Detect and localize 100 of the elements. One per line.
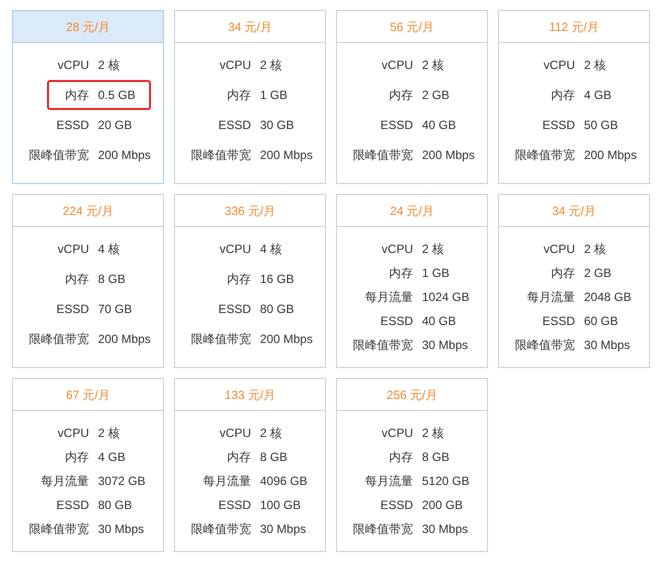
spec-value: 16 GB [260, 271, 294, 288]
spec-label: 限峰值带宽 [353, 147, 413, 164]
spec-value: 200 Mbps [260, 331, 313, 348]
plan-card[interactable]: 28 元/月 vCPU 2 核 内存 0.5 GB ESSD 20 GB 限峰值带宽 200 Mbps [12, 10, 164, 184]
spec-value: 2 核 [422, 425, 444, 442]
spec-value: 2 核 [260, 425, 282, 442]
plan-card[interactable]: 24 元/月 vCPU 2 核 内存 1 GB 每月流量 1024 GB ESSD 40 GB 限峰值带宽 30 Mbps [336, 194, 488, 368]
spec-value: 4096 GB [260, 473, 308, 490]
price-header: 24 元/月 [337, 195, 487, 227]
price-header: 133 元/月 [175, 379, 325, 411]
spec-value: 4 核 [98, 241, 120, 258]
spec-label: 每月流量 [365, 473, 413, 490]
spec-label: 内存 [65, 449, 89, 466]
spec-value: 40 GB [422, 313, 456, 330]
spec-label: 每月流量 [527, 289, 575, 306]
spec-value: 2 核 [584, 241, 606, 258]
plan-card[interactable]: 34 元/月 vCPU 2 核 内存 2 GB 每月流量 2048 GB ESSD 60 GB 限峰值带宽 30 Mbps [498, 194, 650, 368]
spec-label: 每月流量 [365, 289, 413, 306]
spec-value: 2 GB [584, 265, 612, 282]
price-header: 112 元/月 [499, 11, 649, 43]
spec-label: ESSD [218, 497, 251, 514]
spec-value: 4 GB [98, 449, 126, 466]
spec-value: 30 Mbps [260, 521, 306, 538]
spec-label: 限峰值带宽 [353, 521, 413, 538]
spec-value: 50 GB [584, 117, 618, 134]
spec-label: vCPU [544, 241, 575, 258]
spec-label: vCPU [58, 425, 89, 442]
spec-value: 2 核 [422, 57, 444, 74]
spec-value: 20 GB [98, 117, 132, 134]
spec-value: 5120 GB [422, 473, 470, 490]
spec-value: 8 GB [260, 449, 288, 466]
plan-card[interactable]: 256 元/月 vCPU 2 核 内存 8 GB 每月流量 5120 GB ESSD 200 GB 限峰值带宽 30 Mbps [336, 378, 488, 552]
spec-label: ESSD [380, 497, 413, 514]
spec-label: 限峰值带宽 [515, 337, 575, 354]
spec-label: 限峰值带宽 [353, 337, 413, 354]
spec-value: 1024 GB [422, 289, 470, 306]
spec-value: 200 Mbps [98, 147, 151, 164]
spec-value: 200 GB [422, 497, 463, 514]
spec-value: 2 核 [98, 57, 120, 74]
spec-value: 2 核 [584, 57, 606, 74]
spec-label: 限峰值带宽 [29, 147, 89, 164]
spec-label: 内存 [551, 265, 575, 282]
spec-value: 2 核 [260, 57, 282, 74]
spec-label: vCPU [220, 57, 251, 74]
spec-label: 内存 [389, 449, 413, 466]
spec-label: 限峰值带宽 [515, 147, 575, 164]
spec-value: 30 GB [260, 117, 294, 134]
spec-label: 限峰值带宽 [29, 331, 89, 348]
price-header: 224 元/月 [13, 195, 163, 227]
spec-value: 30 Mbps [422, 337, 468, 354]
plan-card[interactable]: 336 元/月 vCPU 4 核 内存 16 GB ESSD 80 GB 限峰值带宽 200 Mbps [174, 194, 326, 368]
plan-card[interactable]: 112 元/月 vCPU 2 核 内存 4 GB ESSD 50 GB 限峰值带宽 200 Mbps [498, 10, 650, 184]
spec-label: 内存 [227, 87, 251, 104]
spec-label: 内存 [389, 265, 413, 282]
spec-label: 内存 [389, 87, 413, 104]
spec-label: 每月流量 [203, 473, 251, 490]
price-header: 336 元/月 [175, 195, 325, 227]
spec-label: vCPU [58, 241, 89, 258]
spec-value: 4 GB [584, 87, 612, 104]
plan-card[interactable]: 56 元/月 vCPU 2 核 内存 2 GB ESSD 40 GB 限峰值带宽 200 Mbps [336, 10, 488, 184]
spec-value: 200 Mbps [422, 147, 475, 164]
spec-label: vCPU [544, 57, 575, 74]
plan-card[interactable]: 34 元/月 vCPU 2 核 内存 1 GB ESSD 30 GB 限峰值带宽 200 Mbps [174, 10, 326, 184]
spec-label: ESSD [56, 497, 89, 514]
spec-value: 30 Mbps [98, 521, 144, 538]
spec-label: vCPU [220, 425, 251, 442]
spec-value: 200 Mbps [260, 147, 313, 164]
spec-label: ESSD [218, 117, 251, 134]
spec-label: vCPU [382, 425, 413, 442]
spec-value: 60 GB [584, 313, 618, 330]
price-header: 67 元/月 [13, 379, 163, 411]
price-header: 56 元/月 [337, 11, 487, 43]
spec-value: 1 GB [260, 87, 288, 104]
price-header: 34 元/月 [175, 11, 325, 43]
spec-label: 限峰值带宽 [191, 521, 251, 538]
spec-label: ESSD [542, 313, 575, 330]
plan-card[interactable]: 224 元/月 vCPU 4 核 内存 8 GB ESSD 70 GB 限峰值带宽 200 Mbps [12, 194, 164, 368]
spec-value: 3072 GB [98, 473, 146, 490]
spec-label: 内存 [227, 271, 251, 288]
spec-label: ESSD [218, 301, 251, 318]
spec-value: 0.5 GB [98, 87, 136, 104]
spec-value: 70 GB [98, 301, 132, 318]
spec-value: 80 GB [98, 497, 132, 514]
spec-value: 80 GB [260, 301, 294, 318]
spec-label: 限峰值带宽 [191, 147, 251, 164]
spec-value: 200 Mbps [584, 147, 637, 164]
spec-value: 2 核 [422, 241, 444, 258]
plan-card[interactable]: 67 元/月 vCPU 2 核 内存 4 GB 每月流量 3072 GB ESSD 80 GB 限峰值带宽 30 Mbps [12, 378, 164, 552]
spec-value: 2 核 [98, 425, 120, 442]
spec-label: ESSD [380, 313, 413, 330]
spec-label: 限峰值带宽 [29, 521, 89, 538]
spec-label: 内存 [551, 87, 575, 104]
spec-label: ESSD [542, 117, 575, 134]
spec-value: 40 GB [422, 117, 456, 134]
spec-value: 8 GB [98, 271, 126, 288]
spec-label: vCPU [58, 57, 89, 74]
spec-label: vCPU [382, 241, 413, 258]
plan-card[interactable]: 133 元/月 vCPU 2 核 内存 8 GB 每月流量 4096 GB ESSD 100 GB 限峰值带宽 30 Mbps [174, 378, 326, 552]
spec-label: 限峰值带宽 [191, 331, 251, 348]
price-header: 28 元/月 [13, 11, 163, 43]
